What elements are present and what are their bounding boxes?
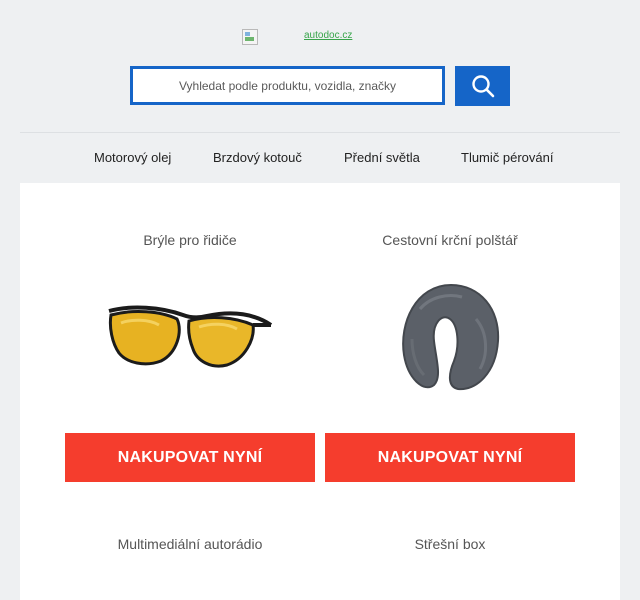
nav-item-brake-disc[interactable]: Brzdový kotouč: [213, 150, 302, 165]
product-title: Střešní box: [414, 536, 486, 552]
category-nav: Motorový olej Brzdový kotouč Přední svět…: [20, 133, 620, 183]
product-title: Cestovní krční polštář: [382, 232, 518, 248]
nav-item-headlights[interactable]: Přední světla: [344, 150, 420, 165]
buy-now-button[interactable]: NAKUPOVAT NYNÍ: [325, 433, 575, 482]
product-title: Brýle pro řidiče: [143, 232, 237, 248]
search-input[interactable]: [130, 66, 445, 105]
nav-item-motor-oil[interactable]: Motorový olej: [94, 150, 171, 165]
buy-now-button[interactable]: NAKUPOVAT NYNÍ: [65, 433, 315, 482]
search-icon: [471, 75, 494, 98]
sunglasses-image[interactable]: [103, 301, 273, 377]
logo[interactable]: autodoc.cz: [242, 29, 352, 45]
nav-item-shock-absorber[interactable]: Tlumič pérování: [461, 150, 553, 165]
product-grid: Brýle pro řidiče Cestovní krční polštář …: [20, 183, 620, 600]
neck-pillow-image[interactable]: [396, 279, 506, 394]
broken-image-icon: [242, 29, 258, 45]
search-button[interactable]: [455, 66, 510, 106]
logo-alt-text[interactable]: autodoc.cz: [304, 30, 352, 41]
product-title: Multimediální autorádio: [117, 536, 263, 552]
